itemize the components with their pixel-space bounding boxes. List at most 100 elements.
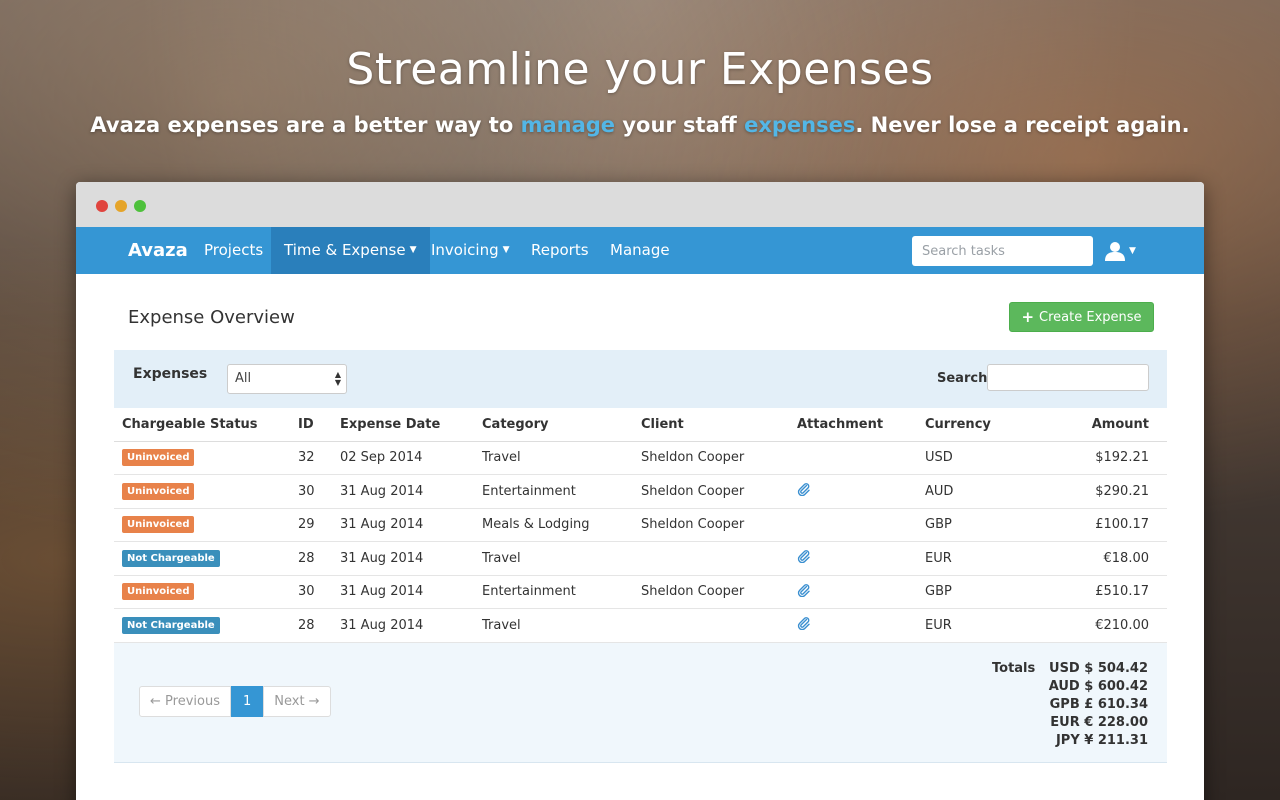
- status-badge: Uninvoiced: [122, 583, 195, 601]
- hero-subtitle: Avaza expenses are a better way to manag…: [0, 113, 1280, 137]
- expenses-filter-label: Expenses: [133, 366, 208, 382]
- page-1-button[interactable]: 1: [230, 685, 264, 717]
- cell-amount: $192.21: [1017, 441, 1167, 475]
- cell-attachment: [789, 608, 917, 643]
- app-window: Avaza Projects Time & Expense ▼ Invoicing…: [76, 182, 1204, 800]
- select-value: All: [235, 371, 252, 386]
- total-aud: AUD $ 600.42: [1048, 678, 1148, 694]
- nav-projects[interactable]: Projects: [191, 227, 276, 274]
- status-badge: Uninvoiced: [122, 516, 195, 534]
- status-badge: Uninvoiced: [122, 482, 195, 500]
- nav-projects-label: Projects: [204, 241, 264, 259]
- col-header-amount[interactable]: Amount: [1017, 408, 1167, 442]
- cell-date: 31 Aug 2014: [332, 541, 474, 576]
- close-window-button[interactable]: [96, 200, 108, 212]
- cell-currency: GBP: [917, 575, 1017, 609]
- user-icon: [1105, 242, 1125, 261]
- user-menu[interactable]: ▼: [1104, 241, 1136, 261]
- cell-status: Uninvoiced: [114, 474, 290, 509]
- plus-icon: +: [1021, 308, 1035, 326]
- cell-id: 29: [290, 508, 332, 542]
- paperclip-icon[interactable]: [797, 550, 811, 567]
- col-header-attachment[interactable]: Attachment: [789, 408, 917, 442]
- table-row[interactable]: Uninvoiced 32 02 Sep 2014 Travel Sheldon Coo…: [114, 441, 1167, 475]
- expenses-table: Chargeable Status ID Expense Date Catego…: [114, 408, 1167, 643]
- table-header-row: Chargeable Status ID Expense Date Catego…: [114, 408, 1167, 442]
- cell-status: Uninvoiced: [114, 441, 290, 475]
- cell-status: Uninvoiced: [114, 575, 290, 609]
- table-row[interactable]: Not Chargeable 28 31 Aug 2014 Travel EUR €18.…: [114, 541, 1167, 576]
- cell-date: 31 Aug 2014: [332, 575, 474, 609]
- cell-attachment: [789, 474, 917, 509]
- create-expense-label: Create Expense: [1039, 309, 1142, 325]
- cell-amount: €18.00: [1017, 541, 1167, 576]
- create-expense-button[interactable]: + Create Expense: [1009, 302, 1154, 332]
- expenses-filter-select[interactable]: All ▲ ▼: [227, 364, 347, 394]
- cell-amount: £510.17: [1017, 575, 1167, 609]
- cell-amount: €210.00: [1017, 608, 1167, 643]
- paperclip-icon[interactable]: [797, 617, 811, 634]
- cell-id: 28: [290, 541, 332, 576]
- cell-currency: GBP: [917, 508, 1017, 542]
- table-row[interactable]: Uninvoiced 30 31 Aug 2014 Entertainment Shel…: [114, 474, 1167, 509]
- nav-time-expense[interactable]: Time & Expense ▼: [271, 227, 430, 274]
- nav-reports[interactable]: Reports: [518, 227, 602, 274]
- page-title: Expense Overview: [128, 307, 295, 328]
- totals-label: Totals: [992, 660, 1036, 676]
- status-badge: Uninvoiced: [122, 449, 195, 467]
- hero-highlight-manage: manage: [520, 113, 616, 137]
- cell-date: 31 Aug 2014: [332, 608, 474, 643]
- cell-category: Entertainment: [474, 474, 633, 509]
- cell-category: Entertainment: [474, 575, 633, 609]
- nav-time-expense-label: Time & Expense: [284, 241, 406, 259]
- col-header-date[interactable]: Expense Date: [332, 408, 474, 442]
- minimize-window-button[interactable]: [115, 200, 127, 212]
- previous-page-button[interactable]: ← Previous: [139, 685, 231, 717]
- cell-client: Sheldon Cooper: [633, 474, 789, 509]
- cell-date: 31 Aug 2014: [332, 508, 474, 542]
- cell-date: 31 Aug 2014: [332, 474, 474, 509]
- total-usd: USD $ 504.42: [1049, 660, 1148, 676]
- cell-id: 28: [290, 608, 332, 643]
- search-tasks-input[interactable]: [912, 236, 1093, 266]
- table-row[interactable]: Uninvoiced 30 31 Aug 2014 Entertainment Shel…: [114, 575, 1167, 609]
- nav-reports-label: Reports: [531, 241, 589, 259]
- table-row[interactable]: Uninvoiced 29 31 Aug 2014 Meals & Lodging Sh…: [114, 508, 1167, 542]
- status-badge: Not Chargeable: [122, 549, 220, 567]
- cell-client: [633, 608, 789, 643]
- cell-client: Sheldon Cooper: [633, 575, 789, 609]
- col-header-currency[interactable]: Currency: [917, 408, 1017, 442]
- paperclip-icon[interactable]: [797, 483, 811, 500]
- cell-id: 30: [290, 575, 332, 609]
- col-header-category[interactable]: Category: [474, 408, 633, 442]
- nav-manage[interactable]: Manage: [597, 227, 683, 274]
- cell-attachment: [789, 575, 917, 609]
- col-header-client[interactable]: Client: [633, 408, 789, 442]
- window-titlebar: [76, 182, 1204, 227]
- nav-invoicing-label: Invoicing: [431, 241, 499, 259]
- total-jpy: JPY ¥ 211.31: [1055, 732, 1148, 748]
- chevron-down-icon: ▼: [409, 245, 417, 255]
- hero-subtitle-part: your staff: [615, 113, 745, 137]
- nav-manage-label: Manage: [610, 241, 670, 259]
- paperclip-icon[interactable]: [797, 583, 811, 601]
- top-navbar: Avaza Projects Time & Expense ▼ Invoicing…: [76, 227, 1204, 274]
- total-eur: EUR € 228.00: [1050, 714, 1148, 730]
- col-header-id[interactable]: ID: [290, 408, 332, 442]
- cell-client: Sheldon Cooper: [633, 508, 789, 542]
- cell-attachment: [789, 441, 917, 475]
- col-header-status[interactable]: Chargeable Status: [114, 408, 290, 442]
- search-label: Search:: [937, 371, 993, 386]
- cell-id: 30: [290, 474, 332, 509]
- select-arrows-icon: ▲ ▼: [334, 370, 341, 387]
- search-input[interactable]: [987, 364, 1149, 391]
- next-page-button[interactable]: Next →: [263, 685, 331, 717]
- cell-amount: £100.17: [1017, 508, 1167, 542]
- nav-invoicing[interactable]: Invoicing ▼: [418, 227, 523, 274]
- cell-currency: EUR: [917, 541, 1017, 576]
- cell-category: Travel: [474, 541, 633, 576]
- table-row[interactable]: Not Chargeable 28 31 Aug 2014 Travel EUR €210…: [114, 608, 1167, 643]
- cell-status: Not Chargeable: [114, 608, 290, 643]
- brand-logo[interactable]: Avaza: [128, 240, 188, 261]
- maximize-window-button[interactable]: [134, 200, 146, 212]
